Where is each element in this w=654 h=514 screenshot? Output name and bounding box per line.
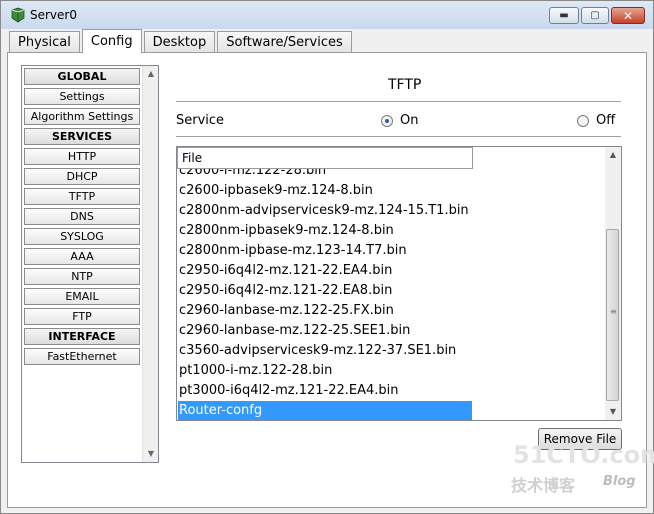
file-row[interactable]: pt1000-i-mz.122-28.bin (178, 361, 606, 381)
scroll-up-icon[interactable]: ▲ (605, 147, 621, 163)
tab-bar: Physical Config Desktop Software/Service… (9, 29, 354, 53)
tab-physical[interactable]: Physical (9, 31, 80, 53)
scroll-thumb[interactable]: ≡ (606, 229, 619, 401)
sidebar-section-header: INTERFACE (24, 328, 140, 345)
sidebar-item-tftp[interactable]: TFTP (24, 188, 140, 205)
grip-icon: ≡ (610, 307, 617, 316)
file-column-header[interactable]: File (177, 147, 473, 169)
file-row[interactable]: c2600-ipbasek9-mz.124-8.bin (178, 181, 606, 201)
minimize-button[interactable]: ▬ (549, 7, 579, 24)
sidebar-item-syslog[interactable]: SYSLOG (24, 228, 140, 245)
sidebar-item-aaa[interactable]: AAA (24, 248, 140, 265)
window-title: Server0 (30, 8, 77, 22)
sidebar-item-ntp[interactable]: NTP (24, 268, 140, 285)
service-off-radio[interactable]: Off (577, 113, 615, 128)
scroll-down-icon[interactable]: ▼ (605, 404, 621, 420)
sidebar-list: GLOBAL Settings Algorithm Settings SERVICES… (24, 68, 142, 368)
tab-software-services[interactable]: Software/Services (217, 31, 352, 53)
config-sidebar: GLOBAL Settings Algorithm Settings SERVICES… (21, 65, 159, 463)
watermark-logo: 51CTO.com 技术博客 Blog (505, 439, 654, 503)
file-row[interactable]: c2960-lanbase-mz.122-25.FX.bin (178, 301, 606, 321)
file-row[interactable]: c2950-i6q4l2-mz.121-22.EA8.bin (178, 281, 606, 301)
sidebar-item-dns[interactable]: DNS (24, 208, 140, 225)
file-list-scrollbar[interactable]: ▲ ≡ ▼ (605, 147, 621, 420)
sidebar-item-fastethernet[interactable]: FastEthernet (24, 348, 140, 365)
divider (176, 101, 621, 102)
sidebar-item-ftp[interactable]: FTP (24, 308, 140, 325)
service-on-radio[interactable]: On (381, 113, 418, 128)
file-row[interactable]: c3560-advipservicesk9-mz.122-37.SE1.bin (178, 341, 606, 361)
file-row[interactable]: c2960-lanbase-mz.122-25.SEE1.bin (178, 321, 606, 341)
file-row[interactable]: c2800nm-ipbase-mz.123-14.T7.bin (178, 241, 606, 261)
watermark-subtext: 技术博客 (511, 476, 576, 495)
sidebar-scrollbar[interactable]: ▲ ▼ (142, 66, 158, 462)
scroll-up-icon[interactable]: ▲ (143, 66, 159, 82)
sidebar-item-dhcp[interactable]: DHCP (24, 168, 140, 185)
divider (176, 136, 621, 137)
sidebar-item-algorithm-settings[interactable]: Algorithm Settings (24, 108, 140, 125)
server-window: Server0 ▬ ▢ ✕ Physical Config Desktop So… (0, 0, 654, 514)
sidebar-item-email[interactable]: EMAIL (24, 288, 140, 305)
on-label: On (400, 113, 419, 128)
minimize-icon: ▬ (559, 10, 569, 21)
service-label: Service (176, 113, 225, 128)
off-label: Off (596, 113, 616, 128)
file-row[interactable]: c2800nm-advipservicesk9-mz.124-15.T1.bin (178, 201, 606, 221)
radio-unchecked-icon (577, 114, 589, 127)
server-app-icon (11, 7, 25, 23)
maximize-icon: ▢ (590, 10, 600, 21)
radio-checked-icon (381, 114, 393, 127)
close-icon: ✕ (622, 8, 634, 23)
sidebar-item-settings[interactable]: Settings (24, 88, 140, 105)
scroll-down-icon[interactable]: ▼ (143, 446, 159, 462)
file-row[interactable]: Router-confg (178, 401, 472, 420)
tab-config[interactable]: Config (81, 29, 142, 53)
file-row[interactable]: c2800nm-ipbasek9-mz.124-8.bin (178, 221, 606, 241)
maximize-button[interactable]: ▢ (581, 7, 609, 24)
watermark-text: 51CTO.com (513, 441, 654, 469)
sidebar-section-header: GLOBAL (24, 68, 140, 85)
panel-title: TFTP (388, 77, 422, 93)
title-bar[interactable]: Server0 ▬ ▢ ✕ (1, 1, 653, 29)
tab-desktop[interactable]: Desktop (143, 31, 216, 53)
sidebar-section-header: SERVICES (24, 128, 140, 145)
sidebar-item-http[interactable]: HTTP (24, 148, 140, 165)
file-rows: c2600-i-mz.122-28.bin c2600-ipbasek9-mz.1… (178, 161, 606, 420)
file-list[interactable]: c2600-i-mz.122-28.bin c2600-ipbasek9-mz.1… (176, 146, 622, 421)
watermark-blog: Blog (603, 474, 636, 489)
file-row[interactable]: c2950-i6q4l2-mz.121-22.EA4.bin (178, 261, 606, 281)
close-button[interactable]: ✕ (611, 7, 645, 24)
file-row[interactable]: pt3000-i6q4l2-mz.121-22.EA4.bin (178, 381, 606, 401)
